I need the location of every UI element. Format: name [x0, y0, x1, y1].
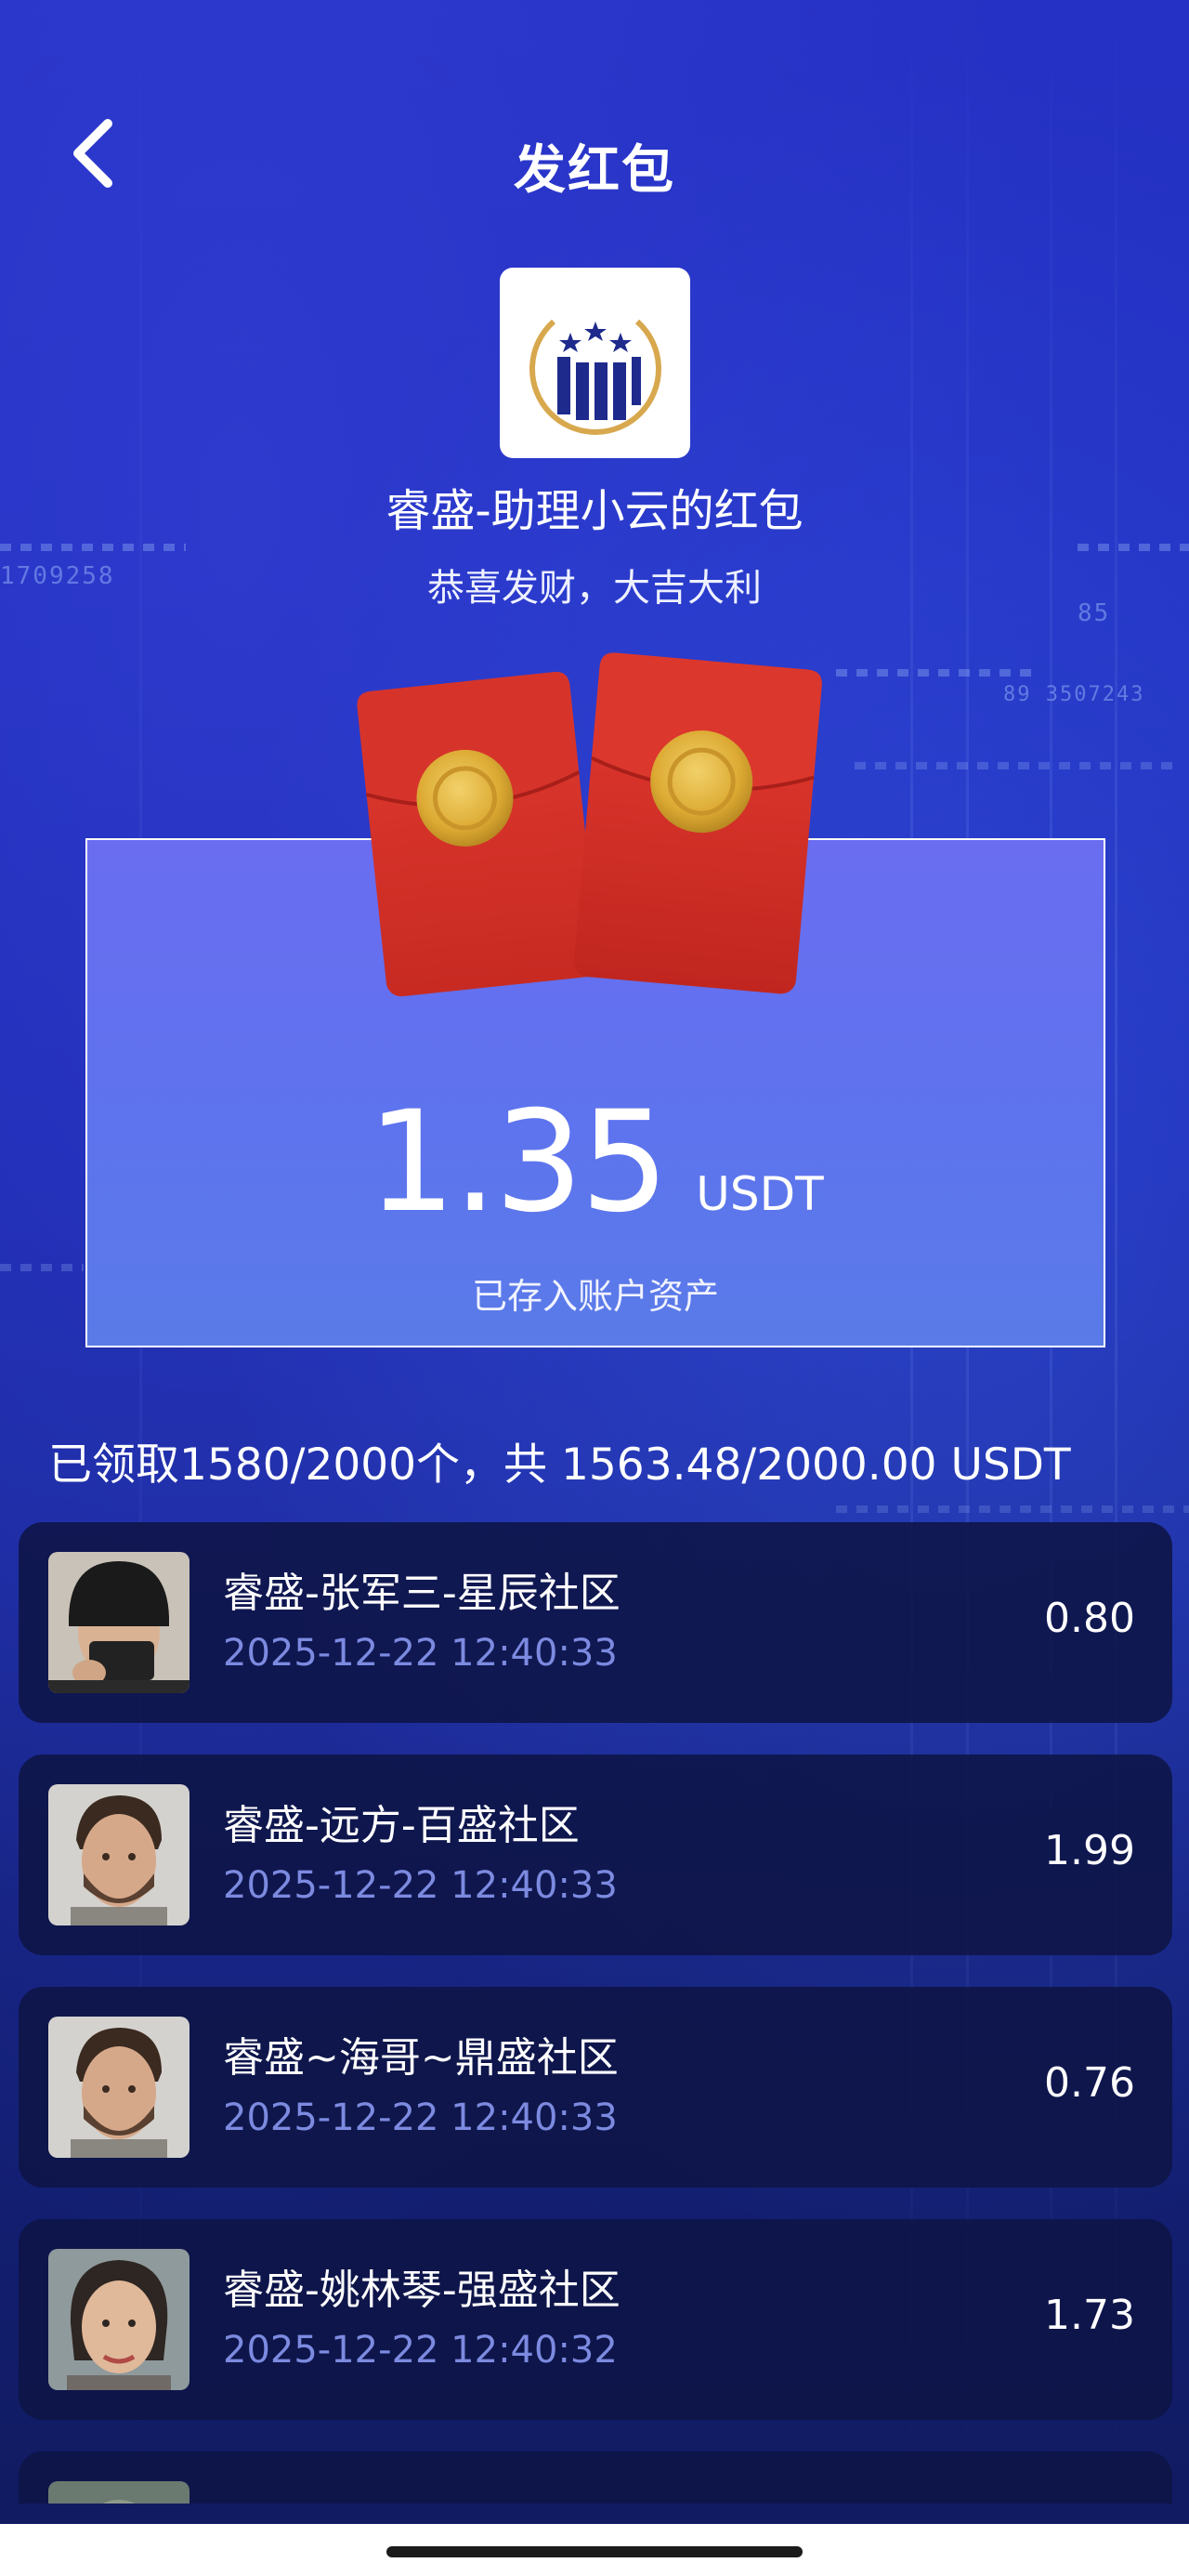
avatar-bearded-man-icon — [48, 1784, 189, 1925]
sender-logo — [500, 268, 690, 458]
avatar-woman-icon — [48, 2249, 189, 2390]
deposit-note: 已存入账户资产 — [471, 1276, 719, 1317]
record-amount: 1.99 — [1044, 1827, 1135, 1874]
record-time: 2025-12-22 12:40:33 — [223, 1864, 618, 1907]
avatar — [48, 2017, 189, 2158]
claim-list: 睿盛-张军三-星辰社区 2025-12-22 12:40:33 0.80 睿盛-… — [19, 1522, 1172, 2504]
amount-value: 1.35 — [367, 1082, 669, 1243]
avatar — [48, 1552, 189, 1693]
record-amount: 0.80 — [1044, 1595, 1135, 1642]
list-item[interactable]: 睿盛-张军三-星辰社区 2025-12-22 12:40:33 0.80 — [19, 1522, 1172, 1723]
record-name: 睿盛-远方-百盛社区 — [223, 1802, 580, 1849]
home-indicator[interactable] — [386, 2546, 803, 2557]
record-time: 2025-12-22 12:40:33 — [223, 1632, 618, 1675]
avatar — [48, 2249, 189, 2390]
avatar-bearded-man-icon — [48, 2017, 189, 2158]
amount-unit: USDT — [696, 1167, 824, 1221]
list-item[interactable] — [19, 2451, 1172, 2504]
list-item[interactable]: 睿盛-姚林琴-强盛社区 2025-12-22 12:40:32 1.73 — [19, 2219, 1172, 2420]
record-amount: 1.73 — [1044, 2292, 1135, 2339]
greeting-text: 恭喜发财，大吉大利 — [427, 567, 762, 610]
avatar-beanie-man-icon — [48, 1552, 189, 1693]
claim-summary: 已领取1580/2000个，共 1563.48/2000.00 USDT — [48, 1439, 1071, 1491]
record-name: 睿盛-张军三-星辰社区 — [223, 1570, 621, 1617]
red-envelope-icon — [357, 652, 822, 997]
amount-row: 1.35 USDT — [87, 1082, 1104, 1243]
avatar — [48, 2481, 189, 2504]
avatar — [48, 1784, 189, 1925]
list-item[interactable]: 睿盛~海哥~鼎盛社区 2025-12-22 12:40:33 0.76 — [19, 1987, 1172, 2188]
sender-name: 睿盛-助理小云的红包 — [385, 485, 804, 537]
record-time: 2025-12-22 12:40:32 — [223, 2329, 618, 2372]
list-item[interactable]: 睿盛-远方-百盛社区 2025-12-22 12:40:33 1.99 — [19, 1755, 1172, 1955]
record-time: 2025-12-22 12:40:33 — [223, 2096, 618, 2139]
record-name: 睿盛-姚林琴-强盛社区 — [223, 2267, 621, 2314]
record-name: 睿盛~海哥~鼎盛社区 — [223, 2034, 619, 2082]
top-bar: 发红包 — [0, 112, 1189, 214]
record-amount: 0.76 — [1044, 2059, 1135, 2107]
avatar-icon — [48, 2481, 189, 2504]
ruisheng-logo-icon — [529, 319, 661, 435]
page-title: 发红包 — [514, 140, 675, 201]
